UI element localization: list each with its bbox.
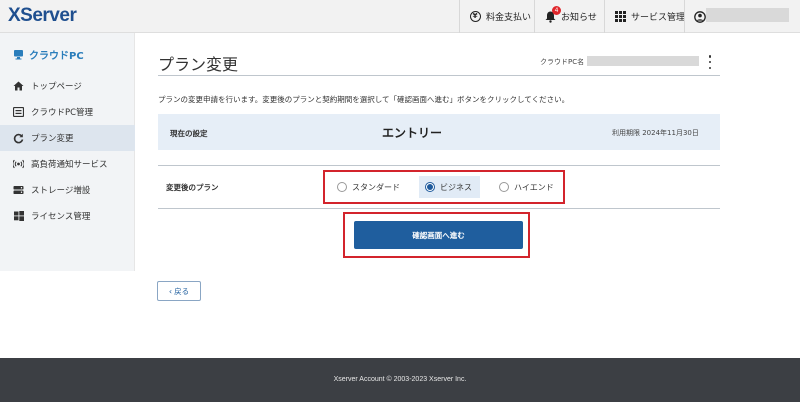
- signal-icon: [13, 159, 24, 170]
- new-plan-label: 変更後のプラン: [166, 183, 219, 192]
- top-header: XServer ¥ 料金支払い 4 お知らせ サービス管理: [0, 0, 800, 33]
- title-divider: [158, 75, 720, 76]
- current-expiry-date: 利用期限 2024年11月30日: [612, 129, 699, 137]
- copyright-text: Xserver Account © 2003-2023 Xserver Inc.: [333, 376, 467, 383]
- sidebar-brand[interactable]: クラウドPC: [13, 47, 84, 62]
- plan-row-top-border: [158, 165, 720, 166]
- list-icon: [13, 107, 24, 118]
- more-options-icon[interactable]: [706, 55, 714, 69]
- sidebar-item-label: トップページ: [31, 82, 82, 92]
- payment-label: 料金支払い: [486, 13, 532, 23]
- confirm-button[interactable]: 確認画面へ進む: [354, 221, 523, 249]
- plan-row-bottom-border: [158, 208, 720, 209]
- sidebar-item-license-management[interactable]: ライセンス管理: [0, 203, 135, 229]
- sidebar-item-label: クラウドPC管理: [31, 108, 94, 118]
- plan-option-high-end[interactable]: ハイエンド: [493, 176, 562, 198]
- yen-icon: ¥: [469, 11, 481, 23]
- sidebar-item-label: ライセンス管理: [31, 212, 91, 222]
- current-plan-value: エントリー: [382, 126, 443, 140]
- page-title: プラン変更: [158, 55, 239, 74]
- radio-checked-icon: [425, 182, 435, 192]
- home-icon: [13, 81, 24, 92]
- plan-option-standard[interactable]: スタンダード: [331, 176, 408, 198]
- storage-icon: [13, 185, 24, 196]
- pc-name-label: クラウドPC名: [540, 58, 585, 66]
- sidebar-item-cloud-pc-management[interactable]: クラウドPC管理: [0, 99, 135, 125]
- plan-option-label: ビジネス: [440, 182, 472, 192]
- chevron-left-icon: ‹: [168, 286, 173, 296]
- radio-unchecked-icon: [337, 182, 347, 192]
- sidebar-item-label: 高負荷通知サービス: [31, 160, 108, 170]
- sidebar-item-top-page[interactable]: トップページ: [0, 73, 135, 99]
- refresh-icon: [13, 133, 24, 144]
- current-settings-label: 現在の設定: [170, 129, 208, 138]
- notification-badge: 4: [552, 5, 561, 15]
- plan-option-label: ハイエンド: [514, 182, 554, 192]
- cloud-pc-icon: [13, 49, 24, 60]
- service-management-label: サービス管理: [631, 13, 686, 23]
- plan-option-label: スタンダード: [352, 182, 400, 192]
- notifications-menu[interactable]: 4 お知らせ: [534, 0, 604, 33]
- back-button[interactable]: ‹ 戻る: [157, 281, 201, 301]
- grid-icon: [614, 11, 626, 23]
- service-management-menu[interactable]: サービス管理: [604, 0, 686, 33]
- user-name-redacted: [706, 8, 789, 22]
- windows-icon: [13, 211, 24, 222]
- bell-icon: 4: [544, 5, 561, 23]
- radio-unchecked-icon: [499, 182, 509, 192]
- user-icon: [694, 10, 706, 23]
- sidebar: クラウドPC トップページ クラウドPC管理 プラン変更 高負荷通知サービス ス…: [0, 33, 135, 271]
- back-button-label: 戻る: [174, 286, 190, 296]
- payment-menu[interactable]: ¥ 料金支払い: [459, 0, 534, 33]
- xserver-logo[interactable]: XServer: [8, 5, 77, 27]
- plan-option-business[interactable]: ビジネス: [419, 176, 480, 198]
- notifications-label: お知らせ: [561, 13, 597, 23]
- sidebar-item-label: ストレージ増設: [31, 186, 91, 196]
- sidebar-item-high-load-notification[interactable]: 高負荷通知サービス: [0, 151, 135, 177]
- sidebar-item-storage-expansion[interactable]: ストレージ増設: [0, 177, 135, 203]
- sidebar-brand-label: クラウドPC: [29, 51, 84, 62]
- sidebar-item-plan-change[interactable]: プラン変更: [0, 125, 135, 151]
- sidebar-item-label: プラン変更: [31, 134, 74, 144]
- page-description: プランの変更申請を行います。変更後のプランと契約期間を選択して「確認画面へ進む」…: [158, 95, 570, 104]
- pc-name-redacted: [587, 56, 699, 66]
